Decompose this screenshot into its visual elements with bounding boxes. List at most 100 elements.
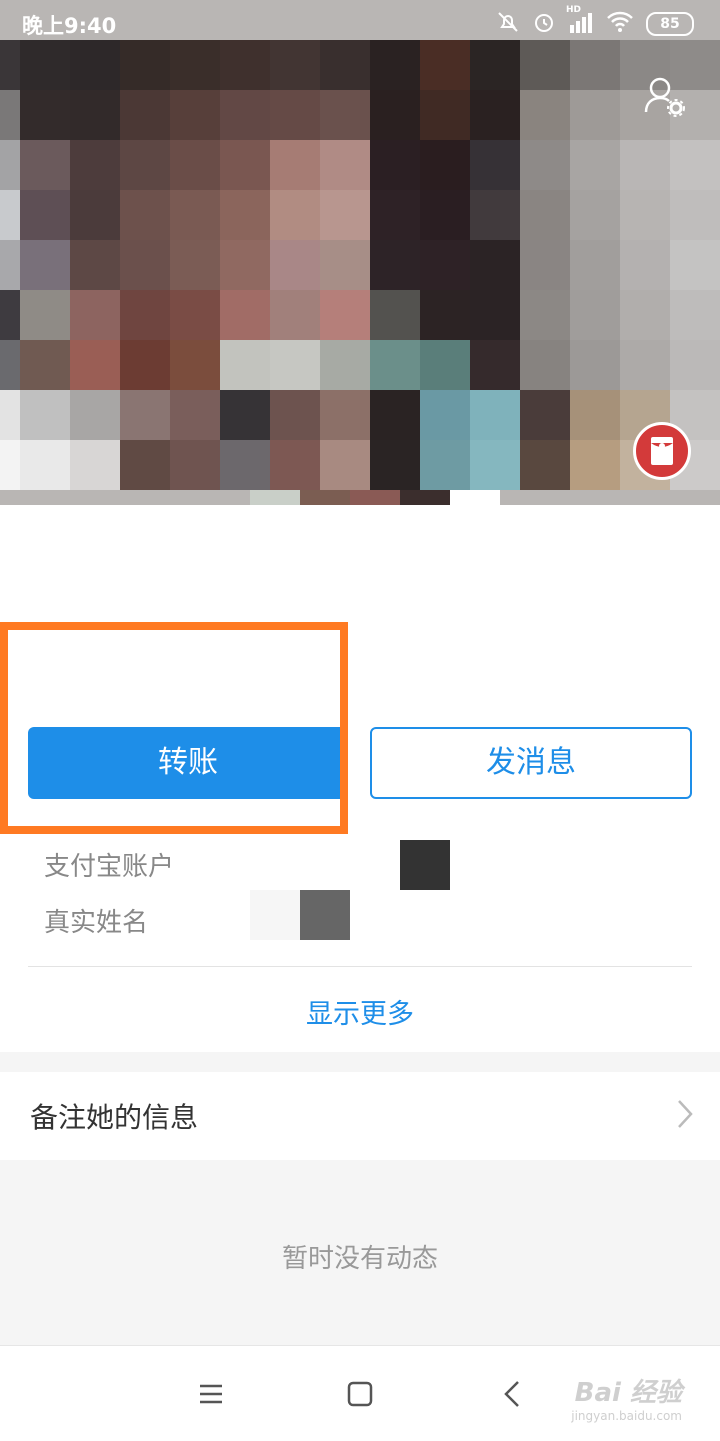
mosaic-tile [20,440,70,490]
real-name-value-masked-2 [300,890,350,940]
remark-label: 备注她的信息 [30,1101,199,1134]
mosaic-tile [420,390,470,440]
red-packet-icon[interactable] [633,422,691,480]
mosaic-tile [120,290,170,340]
mosaic-tile [20,140,70,190]
mosaic-tile [220,240,270,290]
signal-icon: HD [566,5,594,37]
mosaic-tile [420,440,470,490]
mosaic-tile [270,140,320,190]
mosaic-tile [70,440,120,490]
back-icon[interactable] [500,1374,524,1418]
mosaic-tile [620,290,670,340]
mosaic-tile [620,190,670,240]
mosaic-tile [670,140,720,190]
mosaic-tile [120,240,170,290]
send-message-button[interactable]: 发消息 [370,727,692,799]
mosaic-tile [0,90,20,140]
battery-icon: 85 [646,12,694,36]
mosaic-tile [520,240,570,290]
mosaic-tile [70,190,120,240]
mosaic-tile [0,240,20,290]
mosaic-tile [120,390,170,440]
watermark-url: jingyan.baidu.com [571,1409,682,1423]
mosaic-tile [270,440,320,490]
mosaic-tile [470,240,520,290]
remark-info-row[interactable]: 备注她的信息 [0,1072,720,1160]
wifi-icon [606,11,634,37]
mosaic-tile [670,240,720,290]
mosaic-tile [220,90,270,140]
mosaic-tile [70,240,120,290]
mosaic-tile [270,240,320,290]
show-more-link[interactable]: 显示更多 [0,992,720,1031]
mosaic-tile [170,290,220,340]
mosaic-tile [470,190,520,240]
mosaic-tile [620,140,670,190]
mosaic-tile [370,390,420,440]
mosaic-tile [220,440,270,490]
user-settings-icon[interactable] [640,72,688,120]
mosaic-tile [520,190,570,240]
mosaic-tile [470,340,520,390]
mosaic-tile [570,240,620,290]
mosaic-tile [0,340,20,390]
divider [28,966,692,967]
mosaic-tile [220,340,270,390]
empty-feed-text: 暂时没有动态 [281,1244,438,1274]
menu-icon[interactable] [198,1374,224,1418]
mosaic-tile [270,90,320,140]
mosaic-tile [570,140,620,190]
mosaic-tile [520,140,570,190]
mosaic-tile [170,140,220,190]
real-name-value-masked [250,890,300,940]
mosaic-tile [370,440,420,490]
mosaic-tile [270,390,320,440]
mosaic-tile [20,390,70,440]
highlight-annotation-box [0,622,348,834]
home-icon[interactable] [346,1374,374,1418]
mosaic-tile [120,440,170,490]
watermark-brand: Bai 经验 [574,1378,682,1408]
mosaic-tile [70,140,120,190]
real-name-label: 真实姓名 [44,908,149,938]
mosaic-tile [220,290,270,340]
mosaic-tile [20,240,70,290]
mosaic-tile [420,340,470,390]
mosaic-tile [120,340,170,390]
mosaic-tile [170,390,220,440]
mosaic-tile [170,90,220,140]
alarm-icon [532,10,556,38]
mosaic-tile [620,240,670,290]
status-time: 晚上9:40 [22,14,117,38]
mosaic-tile [20,290,70,340]
mosaic-tile [320,240,370,290]
mosaic-tile [420,140,470,190]
mosaic-tile [570,90,620,140]
mosaic-tile [520,440,570,490]
mosaic-tile [670,190,720,240]
mosaic-tile [170,440,220,490]
mosaic-tile [0,440,20,490]
mosaic-tile [420,190,470,240]
mosaic-tile [520,90,570,140]
mosaic-tile [120,140,170,190]
mosaic-tile [470,390,520,440]
mosaic-tile [320,340,370,390]
mosaic-tile [320,290,370,340]
mosaic-tile [320,190,370,240]
mosaic-tile [70,340,120,390]
mosaic-tile [370,240,420,290]
mosaic-tile [570,440,620,490]
mosaic-tile [20,340,70,390]
mosaic-tile [0,190,20,240]
mosaic-tile [370,90,420,140]
mosaic-tile [270,290,320,340]
mosaic-tile [470,90,520,140]
mosaic-tile [270,340,320,390]
mosaic-tile [220,140,270,190]
mosaic-tile [320,140,370,190]
mosaic-tile [0,390,20,440]
mosaic-tile [370,340,420,390]
mosaic-tile [570,390,620,440]
